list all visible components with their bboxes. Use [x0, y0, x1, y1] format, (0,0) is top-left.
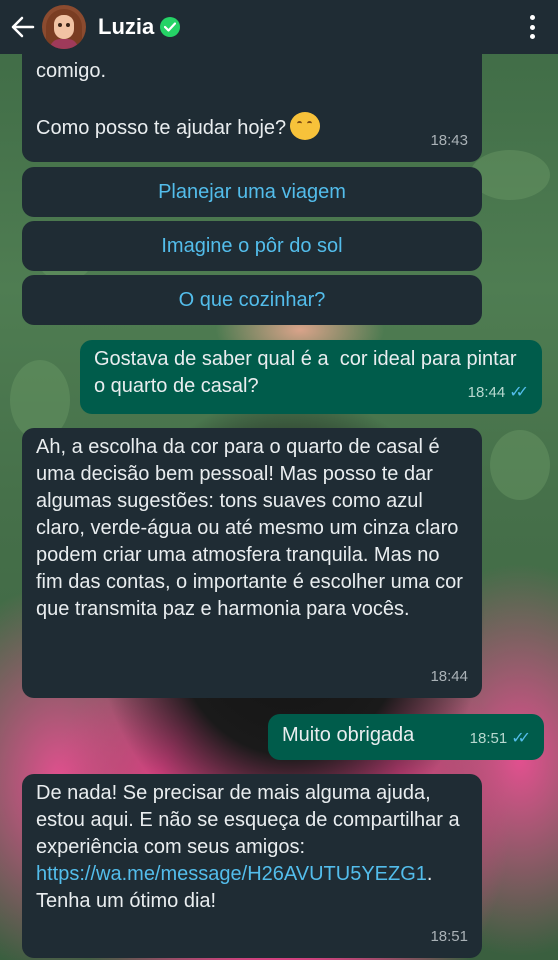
message-time: 18:51 — [430, 928, 468, 945]
incoming-message[interactable]: Ah, a escolha da cor para o quarto de ca… — [22, 428, 482, 698]
quick-reply-button[interactable]: Imagine o pôr do sol — [22, 221, 482, 271]
verified-badge-icon — [160, 17, 181, 37]
incoming-message[interactable]: De nada! Se precisar de mais alguma ajud… — [22, 774, 482, 958]
hugging-face-emoji — [290, 112, 321, 140]
message-text: Muito obrigada — [282, 724, 415, 746]
outgoing-message[interactable]: Gostava de saber qual é a cor ideal para… — [80, 340, 542, 414]
contact-name[interactable]: Luzia — [98, 14, 154, 40]
message-link[interactable]: https://wa.me/message/H26AVUTU5YEZG1 — [36, 863, 427, 885]
message-text: Gostava de saber qual é a cor ideal para… — [94, 348, 523, 397]
message-text: comigo. Como posso te ajudar hoje? — [36, 60, 287, 139]
double-check-icon: ✓✓ — [511, 730, 531, 747]
quick-reply-label: Planejar uma viagem — [158, 180, 346, 203]
message-list: comigo. Como posso te ajudar hoje? 18:43… — [0, 0, 558, 960]
outgoing-message[interactable]: Muito obrigada 18:51 ✓✓ — [268, 714, 544, 760]
arrow-left-icon[interactable] — [4, 0, 42, 54]
quick-reply-label: O que cozinhar? — [178, 288, 326, 311]
avatar[interactable] — [42, 5, 86, 49]
message-time: 18:51 — [469, 730, 508, 747]
chat-header: Luzia — [0, 0, 558, 54]
double-check-icon: ✓✓ — [509, 384, 529, 401]
more-vertical-icon[interactable] — [520, 13, 544, 41]
message-time: 18:44 — [430, 668, 468, 685]
message-time: 18:43 — [430, 132, 468, 149]
incoming-message[interactable]: comigo. Como posso te ajudar hoje? 18:43 — [22, 40, 482, 162]
quick-reply-button[interactable]: O que cozinhar? — [22, 275, 482, 325]
quick-reply-label: Imagine o pôr do sol — [161, 234, 343, 257]
message-text: Ah, a escolha da cor para o quarto de ca… — [36, 436, 469, 620]
message-text: De nada! Se precisar de mais alguma ajud… — [36, 782, 466, 858]
message-time: 18:44 — [467, 384, 506, 401]
quick-reply-button[interactable]: Planejar uma viagem — [22, 167, 482, 217]
